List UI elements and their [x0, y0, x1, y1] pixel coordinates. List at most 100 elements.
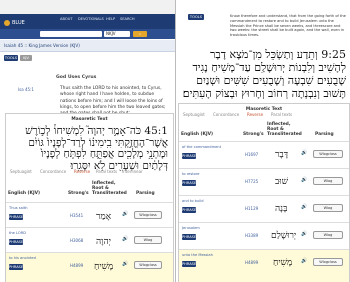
row-english[interactable]: and to build — [182, 199, 204, 203]
tab-paral-texts[interactable]: Paral texts — [96, 169, 117, 174]
parsing-button[interactable]: Wlog — [134, 236, 162, 244]
table-row: and to build PHRASE H1129 בָּנָה 🔊 Wlog — [179, 195, 349, 222]
row-hebrew: דָּבָר — [275, 150, 289, 160]
table-row: Thus saith PHRASE H3541 אָמַר 🔊 Wlogclas… — [6, 202, 173, 227]
speaker-icon[interactable]: 🔊 — [122, 211, 128, 217]
table-row: Jerusalem PHRASE H3389 יְרוּשָׁלַם 🔊 Wlo… — [179, 222, 349, 249]
row-english[interactable]: Jerusalem — [182, 226, 200, 230]
chapter-header: Isaiah 45 :: King James Version (KJV) — [0, 40, 175, 52]
speaker-icon[interactable]: 🔊 — [301, 258, 307, 264]
row-hebrew: בָּנָה — [275, 204, 288, 214]
tools-chip[interactable]: TOOLS — [188, 14, 204, 20]
row-chip[interactable]: PHRASE — [182, 261, 196, 267]
row-english[interactable]: to his anointed — [9, 256, 36, 260]
section-title: God Uses Cyrus — [56, 75, 97, 80]
col-parsing: Parsing — [315, 132, 334, 137]
parsing-button[interactable]: Wlog — [313, 177, 343, 185]
version-chip[interactable]: KJV — [20, 55, 32, 61]
row-english[interactable]: unto the Messiah — [182, 253, 213, 257]
interlinear-tabs: Septuagint Concordance Reverse Paral tex… — [6, 169, 173, 177]
row-english[interactable]: of the commandment — [182, 145, 221, 149]
row-strongs[interactable]: H3389 — [245, 233, 258, 238]
speaker-icon[interactable]: 🔊 — [301, 150, 307, 156]
row-strongs[interactable]: H1697 — [245, 152, 258, 157]
logo[interactable]: BLUE LETTER BIBLE — [4, 18, 44, 37]
parsing-button[interactable]: Wlogclass — [134, 261, 162, 269]
hebrew-verse: 9:25 וְתֵדַע וְתַשְׂכֵּל מִן־מֹצָא דָבָר… — [182, 48, 346, 100]
row-chip[interactable]: PHRASE — [182, 234, 196, 240]
search-input[interactable] — [40, 31, 102, 37]
parsing-button[interactable]: Wlog — [313, 231, 343, 239]
verse-label[interactable]: Isa 45:1 — [18, 87, 34, 92]
row-strongs[interactable]: H3541 — [70, 213, 83, 218]
menu-about[interactable]: ABOUT — [60, 17, 73, 21]
table-row: unto the Messiah PHRASE H4899 מָשִׁיחַ 🔊… — [179, 249, 349, 282]
parsing-button[interactable]: Wlogclass — [313, 150, 343, 158]
tab-reverse[interactable]: Reverse — [74, 169, 90, 174]
search-button[interactable]: ⌕ — [133, 31, 147, 37]
parsing-button[interactable]: Wlog — [313, 204, 343, 212]
menu-search[interactable]: SEARCH — [120, 17, 135, 21]
row-strongs[interactable]: H4899 — [245, 260, 258, 265]
version-select[interactable]: NKJV — [104, 31, 130, 37]
row-hebrew: יְרוּשָׁלַם — [271, 231, 297, 241]
row-hebrew: יְהוָה — [96, 237, 112, 247]
col-root: Inflected, Root & Transliterated — [92, 181, 127, 196]
interlinear-tabs: Septuagint Concordance Reverse Paral tex… — [179, 112, 349, 120]
tab-paral-texts[interactable]: Paral texts — [271, 112, 292, 117]
col-english: English (KJV) — [181, 132, 213, 137]
col-strongs: Strong's — [243, 132, 264, 137]
speaker-icon[interactable]: 🔊 — [301, 231, 307, 237]
row-chip[interactable]: PHRASE — [9, 264, 23, 270]
row-strongs[interactable]: H4899 — [70, 263, 83, 268]
speaker-icon[interactable]: 🔊 — [122, 261, 128, 267]
col-root: Inflected, Root & Transliterated — [267, 122, 302, 137]
tab-septuagint[interactable]: Septuagint — [10, 169, 32, 174]
tab-reverse[interactable]: Reverse — [247, 112, 263, 117]
row-hebrew: מָשִׁיחַ — [94, 262, 114, 272]
tab-concordance[interactable]: Concordance — [213, 112, 239, 117]
interlinear-panel: Masoretic Text Septuagint Concordance Re… — [178, 103, 350, 282]
tab-concordance[interactable]: Concordance — [40, 169, 66, 174]
row-hebrew: מָשִׁיחַ — [273, 258, 293, 268]
browser-strip — [0, 0, 175, 14]
row-english[interactable]: to restore — [182, 172, 199, 176]
row-english[interactable]: Thus saith — [9, 206, 28, 210]
row-english[interactable]: the LORD — [9, 231, 26, 235]
table-row: the LORD PHRASE H3068 יְהוָה 🔊 Wlog — [6, 227, 173, 252]
row-hebrew: שׁוּב — [275, 177, 289, 187]
speaker-icon[interactable]: 🔊 — [301, 204, 307, 210]
col-strongs: Strong's — [68, 191, 89, 196]
row-hebrew: אָמַר — [96, 212, 112, 222]
parsing-button[interactable]: Wlogclass — [134, 211, 162, 219]
right-window: TOOLS Know therefore and understand, tha… — [176, 0, 350, 282]
row-chip[interactable]: PHRASE — [182, 153, 196, 159]
table-row: of the commandment PHRASE H1697 דָּבָר 🔊… — [179, 141, 349, 168]
logo-icon — [4, 19, 10, 26]
verse-caption: Know therefore and understand, that from… — [230, 14, 346, 38]
row-strongs[interactable]: H3068 — [70, 238, 83, 243]
col-english: English (KJV) — [8, 191, 40, 196]
speaker-icon[interactable]: 🔊 — [122, 236, 128, 242]
col-parsing: Parsing — [136, 191, 155, 196]
chapter-ref: Isaiah 45 :: King James Version (KJV) — [4, 43, 80, 48]
interlinear-panel: Masoretic Text 45:1 כֹּה־אָמַ֣ר יְהוָה֮ … — [5, 113, 174, 282]
row-strongs[interactable]: H7725 — [245, 179, 258, 184]
tab-interlinear[interactable]: Interlinear — [122, 169, 143, 174]
row-chip[interactable]: PHRASE — [9, 214, 23, 220]
row-chip[interactable]: PHRASE — [182, 207, 196, 213]
menu-help[interactable]: HELP — [106, 17, 115, 21]
tools-chip[interactable]: TOOLS — [4, 55, 18, 61]
row-strongs[interactable]: H1129 — [245, 206, 258, 211]
left-window: BLUE LETTER BIBLE ABOUT DEVOTIONALS HELP… — [0, 0, 176, 282]
hebrew-verse: 45:1 כֹּה־אָמַ֣ר יְהוָה֮ לִמְשִׁיחוֹ֒ לְ… — [25, 125, 168, 172]
row-chip[interactable]: PHRASE — [9, 239, 23, 245]
table-row: to restore PHRASE H7725 שׁוּב 🔊 Wlog — [179, 168, 349, 195]
panel-title: Masoretic Text — [71, 117, 108, 122]
speaker-icon[interactable]: 🔊 — [301, 177, 307, 183]
row-chip[interactable]: PHRASE — [182, 180, 196, 186]
menu-devotionals[interactable]: DEVOTIONALS — [78, 17, 104, 21]
table-row: to his anointed PHRASE H4899 מָשִׁיחַ 🔊 … — [6, 252, 173, 282]
tab-septuagint[interactable]: Septuagint — [183, 112, 205, 117]
parsing-button[interactable]: Wlogclass — [313, 258, 343, 266]
